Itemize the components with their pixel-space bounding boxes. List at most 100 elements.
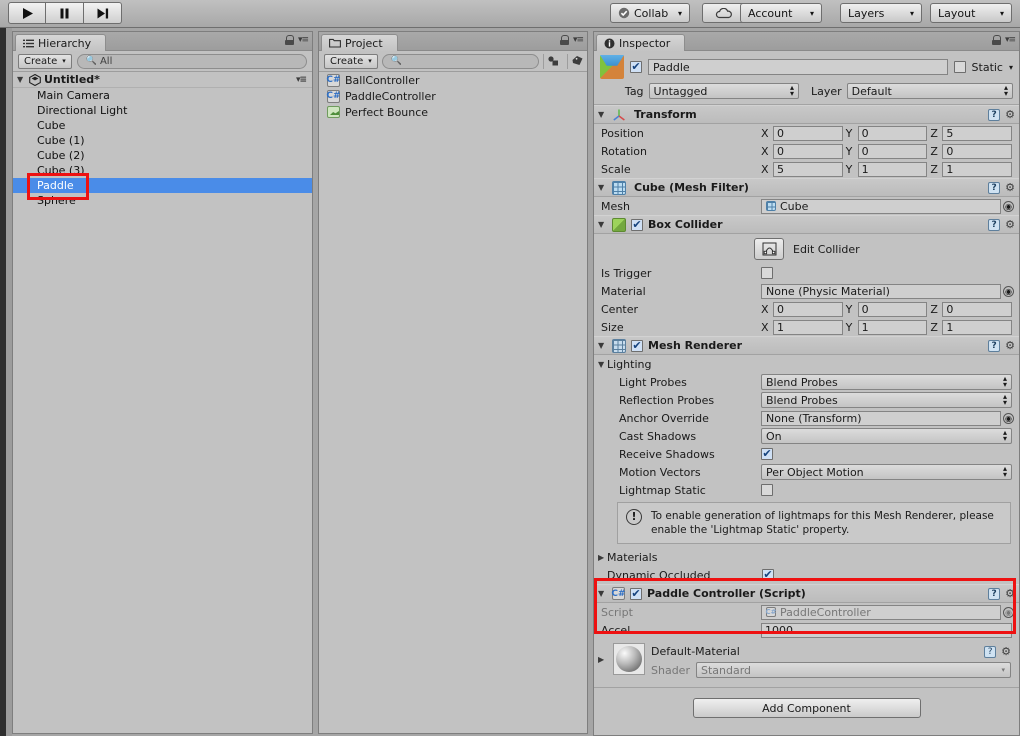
reflection-probes-dropdown[interactable]: Blend Probes ▴ ▾ xyxy=(761,392,1012,408)
filter-by-label-button[interactable] xyxy=(567,53,587,69)
mesh-renderer-enabled-checkbox[interactable] xyxy=(631,339,643,352)
center-x-input[interactable]: 0 xyxy=(773,301,843,317)
project-search-input[interactable]: 🔍 xyxy=(381,53,539,69)
paddle-controller-enabled-checkbox[interactable] xyxy=(630,587,642,600)
project-create-button[interactable]: Create ▾ xyxy=(324,53,378,69)
lock-icon[interactable] xyxy=(991,35,1002,45)
accel-input[interactable]: 1000 xyxy=(761,622,1012,638)
layers-button[interactable]: Layers ▾ xyxy=(840,3,922,23)
object-picker-icon[interactable]: ◉ xyxy=(1003,285,1014,297)
light-probes-dropdown[interactable]: Blend Probes ▴ ▾ xyxy=(761,374,1012,390)
chevron-down-icon[interactable]: ▼ xyxy=(598,220,607,229)
motion-vectors-dropdown[interactable]: Per Object Motion ▴ ▾ xyxy=(761,464,1012,480)
center-z-input[interactable]: 0 xyxy=(942,301,1013,317)
step-button[interactable] xyxy=(84,2,122,24)
lightmap-static-checkbox[interactable] xyxy=(761,484,773,496)
list-item[interactable]: C# PaddleController xyxy=(319,88,587,104)
component-header-box-collider[interactable]: ▼ Box Collider ? ⚙ xyxy=(594,215,1019,234)
physic-material-field[interactable]: None (Physic Material) ◉ xyxy=(761,283,1014,299)
rotation-y-input[interactable]: 0 xyxy=(857,143,928,159)
play-button[interactable] xyxy=(8,2,46,24)
scene-menu-icon[interactable]: ▾≡ xyxy=(296,75,312,85)
hierarchy-search-input[interactable]: 🔍 All xyxy=(76,53,307,69)
chevron-down-icon[interactable]: ▼ xyxy=(598,589,607,598)
tab-project[interactable]: Project xyxy=(321,34,398,51)
scale-y-input[interactable]: 1 xyxy=(857,161,928,177)
help-icon[interactable]: ? xyxy=(988,339,1001,352)
filter-by-type-button[interactable] xyxy=(543,53,563,69)
tab-inspector[interactable]: Inspector xyxy=(596,34,686,51)
object-picker-icon[interactable]: ◉ xyxy=(1003,412,1014,424)
add-component-button[interactable]: Add Component xyxy=(692,698,921,719)
list-item[interactable]: Sphere xyxy=(13,193,312,208)
pause-button[interactable] xyxy=(46,2,84,24)
materials-foldout[interactable]: ▶ Materials xyxy=(594,548,1019,566)
layer-dropdown[interactable]: Default ▴ ▾ xyxy=(846,83,1014,99)
rotation-z-input[interactable]: 0 xyxy=(942,143,1013,159)
anchor-override-field[interactable]: None (Transform) ◉ xyxy=(761,410,1014,426)
gear-icon[interactable]: ⚙ xyxy=(1005,218,1015,231)
account-button[interactable]: Account ▾ xyxy=(740,3,822,23)
size-x-input[interactable]: 1 xyxy=(773,319,843,335)
list-item[interactable]: Perfect Bounce xyxy=(319,104,587,120)
size-z-input[interactable]: 1 xyxy=(942,319,1013,335)
shader-dropdown[interactable]: Standard ▾ xyxy=(695,662,1011,679)
collab-button[interactable]: Collab ▾ xyxy=(610,3,690,23)
help-icon[interactable]: ? xyxy=(988,108,1001,121)
list-item[interactable]: C# BallController xyxy=(319,72,587,88)
list-item[interactable]: Directional Light xyxy=(13,103,312,118)
panel-menu-icon[interactable]: ▾≡ xyxy=(573,35,584,45)
rotation-x-input[interactable]: 0 xyxy=(773,143,843,159)
help-icon[interactable]: ? xyxy=(988,218,1001,231)
tab-hierarchy[interactable]: Hierarchy xyxy=(15,34,107,51)
chevron-down-icon[interactable]: ▼ xyxy=(598,360,607,369)
lock-icon[interactable] xyxy=(559,35,570,45)
help-icon[interactable]: ? xyxy=(988,587,1001,600)
position-z-input[interactable]: 5 xyxy=(942,125,1013,141)
position-y-input[interactable]: 0 xyxy=(857,125,928,141)
list-item[interactable]: Cube (1) xyxy=(13,133,312,148)
panel-menu-icon[interactable]: ▾≡ xyxy=(1005,35,1016,45)
lighting-foldout[interactable]: ▼ Lighting xyxy=(594,355,1019,373)
hierarchy-create-button[interactable]: Create ▾ xyxy=(18,53,72,69)
tag-dropdown[interactable]: Untagged ▴ ▾ xyxy=(648,83,800,99)
gear-icon[interactable]: ⚙ xyxy=(1005,587,1015,600)
chevron-down-icon[interactable]: ▼ xyxy=(598,183,607,192)
list-item[interactable]: Cube xyxy=(13,118,312,133)
scale-x-input[interactable]: 5 xyxy=(773,161,843,177)
list-item[interactable]: Main Camera xyxy=(13,88,312,103)
object-picker-icon[interactable]: ◉ xyxy=(1003,200,1014,212)
chevron-down-icon[interactable]: ▼ xyxy=(17,75,26,84)
cast-shadows-dropdown[interactable]: On ▴ ▾ xyxy=(761,428,1012,444)
static-dropdown-icon[interactable]: ▾ xyxy=(1009,63,1013,72)
chevron-right-icon[interactable]: ▶ xyxy=(598,553,607,562)
gear-icon[interactable]: ⚙ xyxy=(1005,181,1015,194)
size-y-input[interactable]: 1 xyxy=(857,319,928,335)
chevron-down-icon[interactable]: ▼ xyxy=(598,110,607,119)
dynamic-occluded-checkbox[interactable] xyxy=(762,569,774,582)
gameobject-name-input[interactable]: Paddle xyxy=(648,59,948,75)
is-trigger-checkbox[interactable] xyxy=(761,267,773,279)
component-header-transform[interactable]: ▼ Transform ? ⚙ xyxy=(594,105,1019,124)
list-item[interactable]: Cube (3) xyxy=(13,163,312,178)
chevron-right-icon[interactable]: ▶ xyxy=(598,643,607,664)
edit-collider-button[interactable] xyxy=(754,238,784,260)
help-icon[interactable]: ? xyxy=(988,181,1001,194)
gear-icon[interactable]: ⚙ xyxy=(1001,645,1011,658)
center-y-input[interactable]: 0 xyxy=(857,301,928,317)
layout-button[interactable]: Layout ▾ xyxy=(930,3,1012,23)
help-icon[interactable]: ? xyxy=(984,645,997,658)
scene-root-row[interactable]: ▼ Untitled* ▾≡ xyxy=(13,72,312,88)
receive-shadows-checkbox[interactable] xyxy=(761,448,773,460)
chevron-down-icon[interactable]: ▼ xyxy=(598,341,607,350)
scale-z-input[interactable]: 1 xyxy=(942,161,1013,177)
lock-icon[interactable] xyxy=(284,35,295,45)
component-header-mesh-filter[interactable]: ▼ Cube (Mesh Filter) ? ⚙ xyxy=(594,178,1019,197)
gear-icon[interactable]: ⚙ xyxy=(1005,108,1015,121)
mesh-object-field[interactable]: Cube ◉ xyxy=(761,198,1014,214)
gameobject-enabled-checkbox[interactable] xyxy=(630,61,642,73)
hierarchy-item-paddle[interactable]: Paddle xyxy=(13,178,312,193)
gear-icon[interactable]: ⚙ xyxy=(1005,339,1015,352)
static-checkbox[interactable] xyxy=(953,61,966,73)
panel-menu-icon[interactable]: ▾≡ xyxy=(298,35,309,45)
